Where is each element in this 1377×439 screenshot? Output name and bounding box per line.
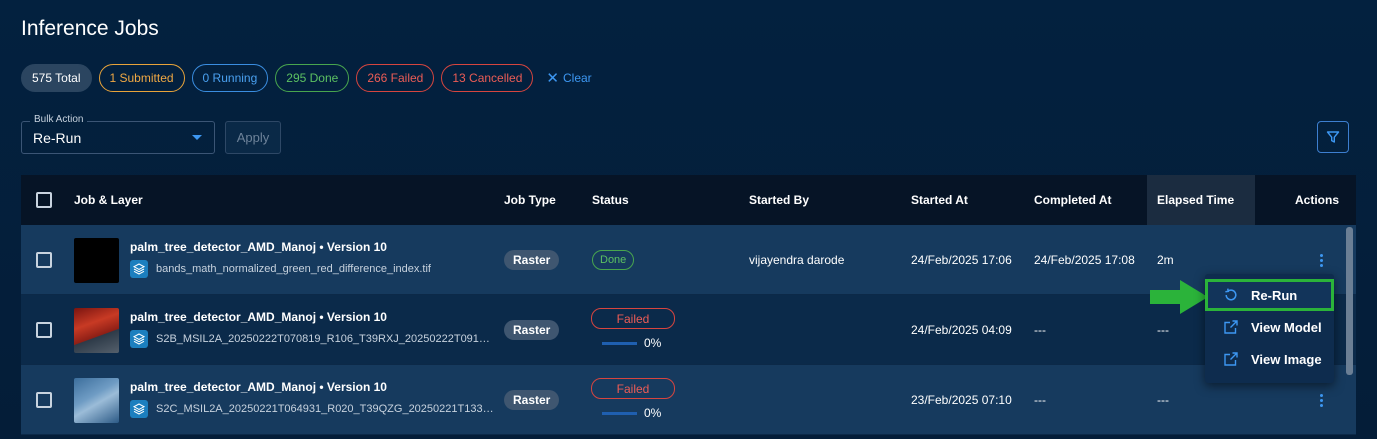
table-header: Job & Layer Job Type Status Started By S… (21, 175, 1356, 225)
header-completed-at[interactable]: Completed At (1034, 193, 1112, 207)
status-filter-bar: 575 Total 1 Submitted 0 Running 295 Done… (21, 64, 592, 92)
bulk-action-select[interactable]: Bulk Action Re-Run (21, 114, 215, 154)
layer-name: S2C_MSIL2A_20250221T064931_R020_T39QZG_2… (156, 403, 496, 415)
header-started-at[interactable]: Started At (911, 193, 968, 207)
header-started-by[interactable]: Started By (749, 193, 809, 207)
external-link-icon (1224, 320, 1238, 334)
bulk-action-label: Bulk Action (30, 114, 88, 125)
started-at: 23/Feb/2025 07:10 (911, 393, 1012, 407)
status-badge: Done (592, 250, 635, 270)
job-name: palm_tree_detector_AMD_Manoj • Version 1… (130, 240, 387, 254)
layer-thumbnail (74, 238, 119, 283)
progress-bar (602, 412, 637, 415)
filter-chip-total[interactable]: 575 Total (21, 64, 92, 92)
apply-button[interactable]: Apply (225, 121, 281, 154)
completed-at: --- (1034, 323, 1046, 337)
header-status[interactable]: Status (592, 193, 629, 207)
layers-icon (130, 330, 148, 348)
layer-thumbnail (74, 378, 119, 423)
header-job-layer[interactable]: Job & Layer (74, 193, 143, 207)
row-checkbox[interactable] (36, 322, 52, 338)
completed-at: --- (1034, 393, 1046, 407)
menu-item-view-model[interactable]: View Model (1205, 311, 1334, 343)
elapsed-time: --- (1157, 393, 1169, 407)
progress-percent: 0% (644, 406, 662, 420)
header-job-type[interactable]: Job Type (504, 193, 556, 207)
completed-at: 24/Feb/2025 17:08 (1034, 253, 1135, 267)
filter-icon (1326, 131, 1340, 143)
menu-item-label: View Model (1251, 319, 1322, 335)
started-at: 24/Feb/2025 04:09 (911, 323, 1012, 337)
layers-icon (130, 400, 148, 418)
table-row[interactable]: palm_tree_detector_AMD_Manoj • Version 1… (21, 365, 1356, 435)
filter-chip-cancelled[interactable]: 13 Cancelled (441, 64, 534, 92)
more-actions-icon[interactable] (1313, 390, 1329, 410)
menu-item-view-image[interactable]: View Image (1205, 343, 1334, 375)
layer-name: S2B_MSIL2A_20250222T070819_R106_T39RXJ_2… (156, 333, 496, 345)
menu-item-label: View Image (1251, 351, 1322, 367)
row-checkbox[interactable] (36, 392, 52, 408)
clear-filters-button[interactable]: ✕ Clear (546, 71, 591, 86)
started-by: vijayendra darode (749, 253, 845, 267)
job-type-badge: Raster (504, 390, 560, 410)
filter-chip-submitted[interactable]: 1 Submitted (98, 64, 185, 92)
header-elapsed-time[interactable]: Elapsed Time (1157, 193, 1234, 207)
filter-button[interactable] (1317, 121, 1349, 153)
progress-bar (602, 342, 637, 345)
header-actions: Actions (1295, 193, 1340, 207)
arrow-right-icon (1150, 280, 1208, 314)
caret-down-icon (192, 135, 202, 140)
job-type-badge: Raster (504, 250, 560, 270)
more-actions-icon[interactable] (1313, 250, 1329, 270)
job-name: palm_tree_detector_AMD_Manoj • Version 1… (130, 380, 387, 394)
row-checkbox[interactable] (36, 252, 52, 268)
row-actions-menu: Re-Run View Model View Image (1205, 274, 1334, 383)
external-link-icon (1224, 352, 1238, 366)
filter-chip-done[interactable]: 295 Done (275, 64, 350, 92)
status-badge: Failed (591, 308, 675, 329)
clear-filters-label: Clear (563, 71, 592, 85)
elapsed-time: 2m (1157, 253, 1174, 267)
menu-item-rerun[interactable]: Re-Run (1205, 279, 1334, 311)
scrollbar-thumb[interactable] (1346, 227, 1353, 375)
filter-chip-failed[interactable]: 266 Failed (356, 64, 435, 92)
page-title: Inference Jobs (21, 17, 159, 40)
close-icon: ✕ (546, 69, 559, 87)
status-badge: Failed (591, 378, 675, 399)
filter-chip-running[interactable]: 0 Running (191, 64, 269, 92)
elapsed-time: --- (1157, 323, 1169, 337)
progress-percent: 0% (644, 336, 662, 350)
menu-item-label: Re-Run (1251, 287, 1298, 303)
layer-name: bands_math_normalized_green_red_differen… (156, 263, 431, 275)
job-type-badge: Raster (504, 320, 560, 340)
rerun-icon (1225, 288, 1237, 301)
started-at: 24/Feb/2025 17:06 (911, 253, 1012, 267)
layer-thumbnail (74, 308, 119, 353)
select-all-checkbox[interactable] (36, 192, 52, 208)
bulk-action-value: Re-Run (33, 130, 82, 146)
job-name: palm_tree_detector_AMD_Manoj • Version 1… (130, 310, 387, 324)
layers-icon (130, 260, 148, 278)
